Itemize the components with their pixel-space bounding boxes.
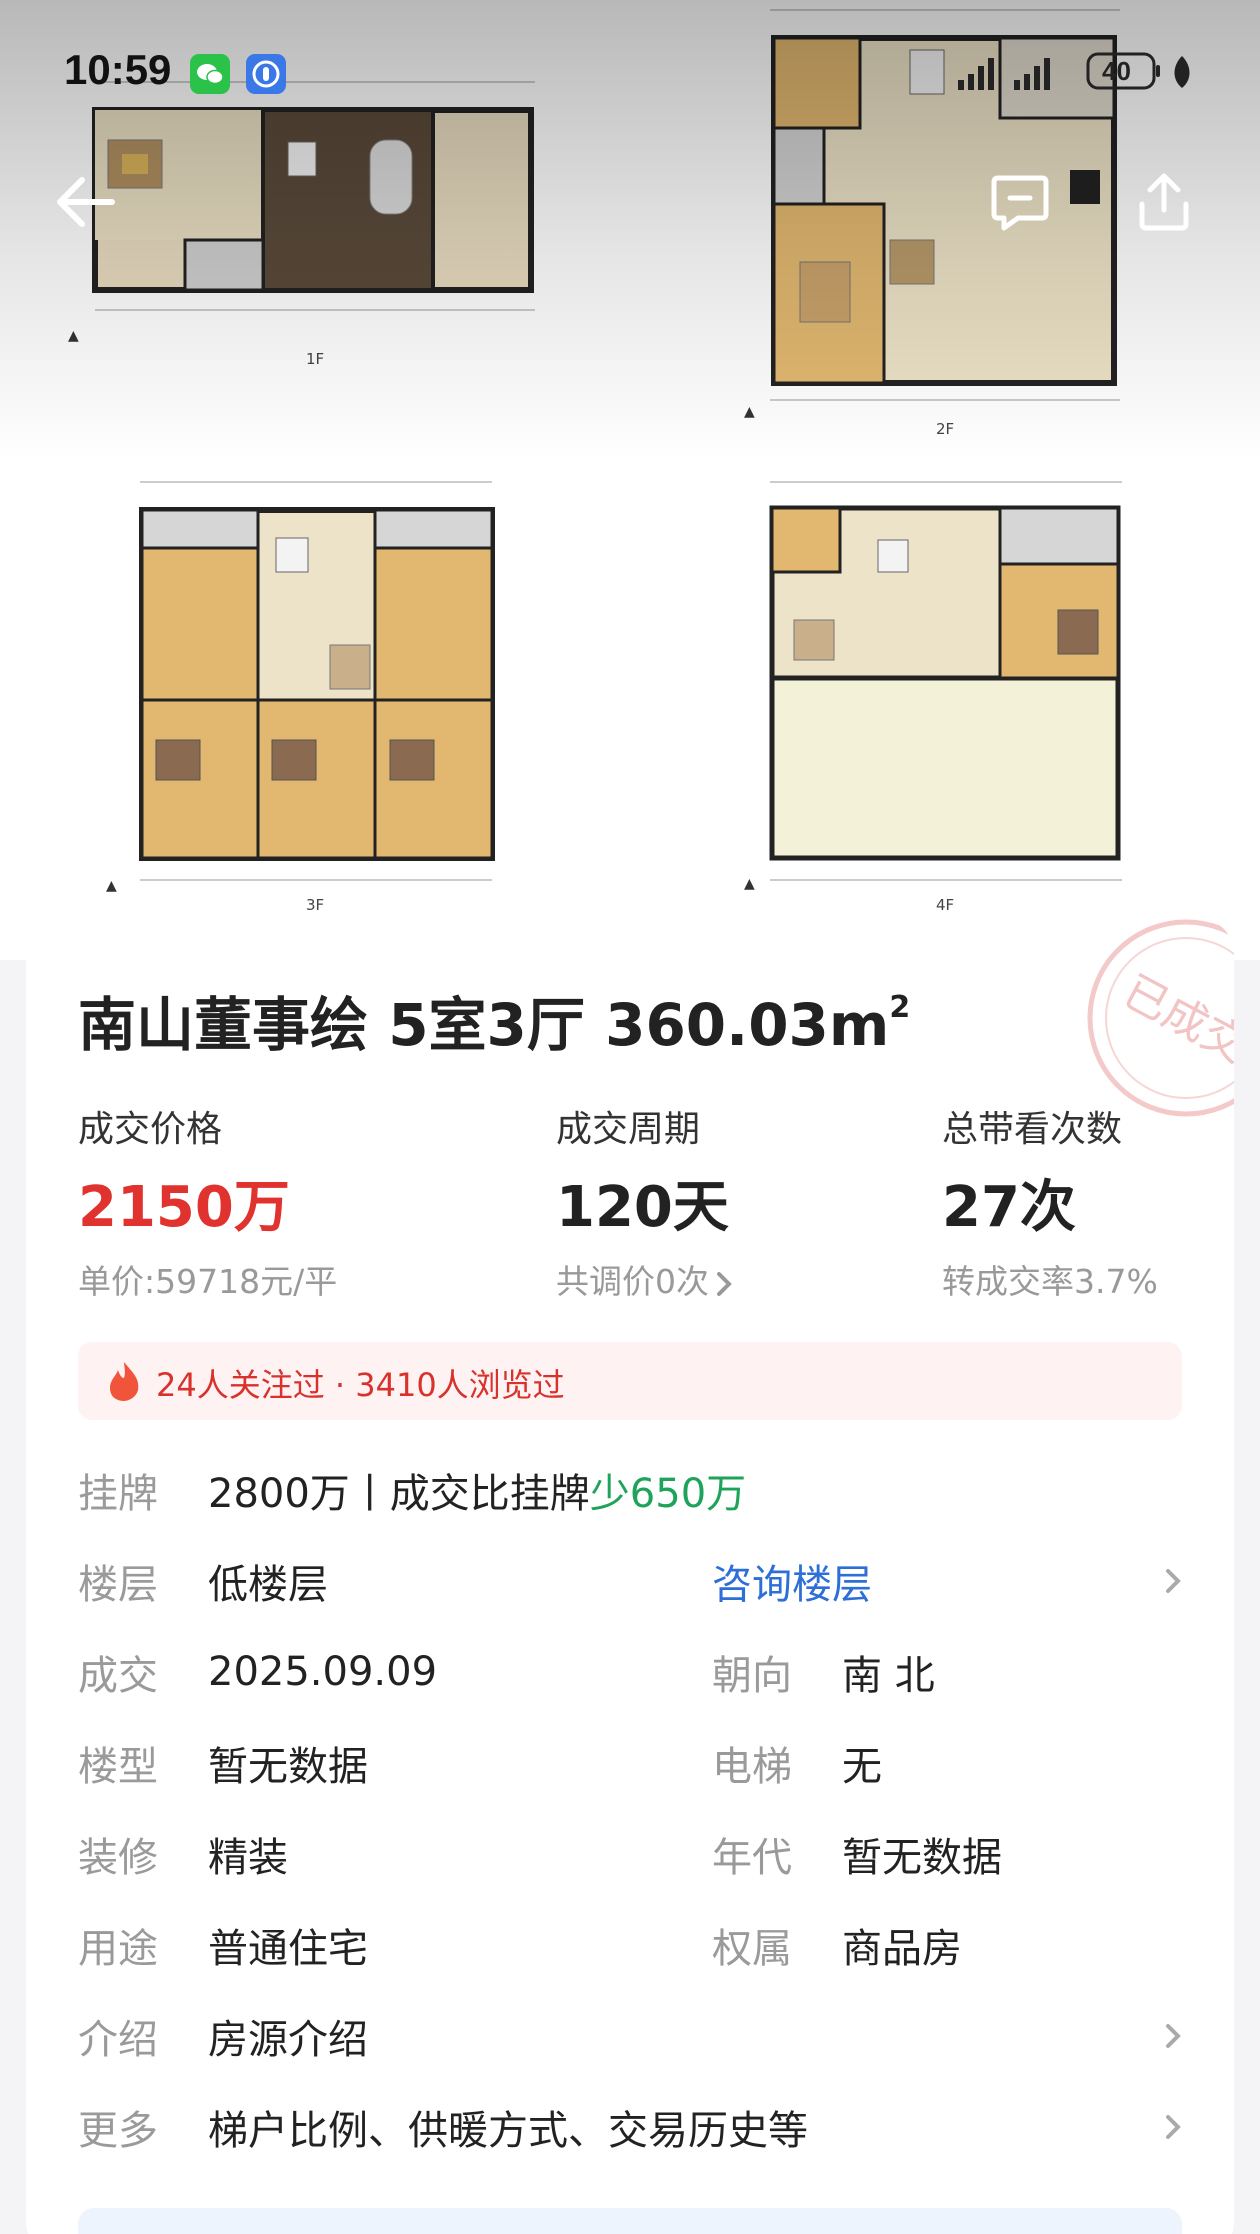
app-notification-icon xyxy=(246,54,286,94)
price-difference: 少650万 xyxy=(589,1471,747,1517)
svg-text:▲: ▲ xyxy=(744,876,755,892)
signal-icon xyxy=(958,58,1050,90)
svg-text:已成交: 已成交 xyxy=(1115,966,1234,1073)
floor-row[interactable]: 楼层 低楼层 咨询楼层 xyxy=(78,1549,1182,1613)
floor-label-2f: 2F xyxy=(936,420,955,438)
back-button[interactable] xyxy=(48,166,120,238)
arrow-left-icon xyxy=(57,177,115,227)
more-info-row[interactable]: 更多 梯户比例、供暖方式、交易历史等 xyxy=(78,2095,1182,2159)
intro-row[interactable]: 介绍 房源介绍 xyxy=(78,2004,1182,2068)
status-time: 10:59 xyxy=(64,46,172,93)
price-adjust-link: 共调价0次 xyxy=(556,1255,733,1303)
stat-deal-cycle[interactable]: 成交周期 120天 共调价0次 xyxy=(556,1100,733,1303)
svg-text:▲: ▲ xyxy=(744,404,755,420)
stat-viewings: 总带看次数 27次 转成交率3.7% xyxy=(942,1109,1158,1301)
deal-price-value: 2150万 xyxy=(78,1175,290,1240)
flame-icon xyxy=(110,1362,139,1401)
chat-button[interactable] xyxy=(984,166,1056,238)
floor-plan-gallery[interactable]: ▲ 1F ▲ 2F ▲ 3F ▲ 4F 10:59 40 xyxy=(0,0,1260,960)
bottom-banner xyxy=(78,2208,1182,2234)
svg-text:▲: ▲ xyxy=(68,328,79,344)
power-saving-icon xyxy=(1174,56,1190,88)
viewings-value: 27次 xyxy=(942,1175,1076,1240)
building-type-row: 楼型 暂无数据 电梯 无 xyxy=(78,1744,882,1790)
usage-row: 用途 普通住宅 权属 商品房 xyxy=(78,1926,962,1972)
chat-bubble-icon xyxy=(991,175,1049,231)
deal-closed-stamp: 已成交 xyxy=(1087,919,1234,1117)
share-icon xyxy=(1139,173,1189,231)
floor-label-4f: 4F xyxy=(936,896,955,914)
share-button[interactable] xyxy=(1128,166,1200,238)
floor-label-1f: 1F xyxy=(306,350,325,368)
unit-price: 单价:59718元/平 xyxy=(78,1262,338,1301)
listing-price-row: 挂牌 2800万丨成交比挂牌 少650万 xyxy=(78,1458,1182,1522)
listing-title: 南山董事绘 5室3厅 360.03m2 xyxy=(78,990,911,1059)
stat-deal-price: 成交价格 2150万 单价:59718元/平 xyxy=(78,1109,338,1301)
chevron-right-icon xyxy=(1166,2024,1181,2048)
floor-plan-4f: ▲ xyxy=(744,481,1122,892)
chevron-right-icon xyxy=(1166,1569,1181,1593)
decoration-row: 装修 精装 年代 暂无数据 xyxy=(78,1835,1002,1881)
deal-date-row: 成交 2025.09.09 朝向 南 北 xyxy=(78,1649,935,1699)
floor-plan-3f: ▲ xyxy=(106,481,495,894)
conversion-rate: 转成交率3.7% xyxy=(942,1262,1158,1301)
popularity-banner: 24人关注过 · 3410人浏览过 xyxy=(78,1342,1182,1420)
deal-cycle-value: 120天 xyxy=(556,1175,729,1240)
svg-text:▲: ▲ xyxy=(106,878,117,894)
chevron-right-icon xyxy=(717,1271,732,1296)
battery-level: 40 xyxy=(1102,56,1131,86)
consult-floor-link: 咨询楼层 xyxy=(712,1562,872,1608)
floor-label-3f: 3F xyxy=(306,896,325,914)
deal-detail-card: 已成交 南山董事绘 5室3厅 360.03m2 成交价格 2150万 单价:59… xyxy=(26,918,1234,2234)
status-bar: 10:59 40 xyxy=(0,36,1260,106)
chevron-right-icon xyxy=(1166,2115,1181,2139)
wechat-notification-icon xyxy=(190,54,230,94)
